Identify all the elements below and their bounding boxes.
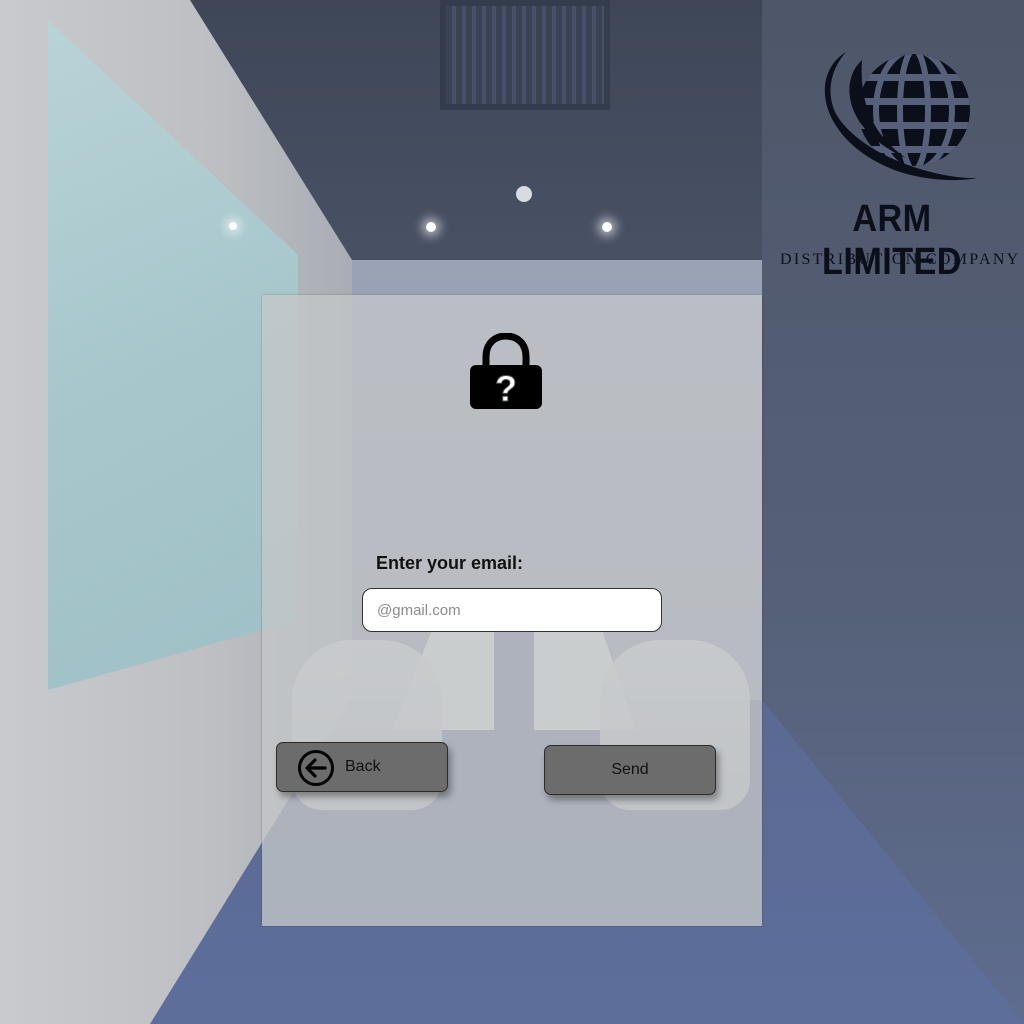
ceiling-light [602,222,612,232]
company-logo: ARM LIMITED DISTRIBUTION COMPANY [780,48,1021,283]
password-reset-card: ? Enter your email: Back Send [262,295,762,926]
ceiling-light [229,222,237,230]
company-tagline: DISTRIBUTION COMPANY [780,251,1021,268]
ceiling-vent [440,0,610,110]
ceiling-light [426,222,436,232]
login-screen: ARM LIMITED DISTRIBUTION COMPANY ? Enter… [0,0,1024,1024]
back-button[interactable]: Back [276,742,448,792]
back-button-label: Back [345,758,381,775]
lock-question-icon: ? [470,333,542,410]
company-name: ARM LIMITED [822,198,962,283]
svg-text:?: ? [495,368,517,409]
arrow-left-circle-icon [298,750,334,786]
smoke-detector [516,186,532,202]
email-input[interactable] [362,588,662,632]
send-button[interactable]: Send [544,745,716,795]
globe-swoosh-icon [824,52,978,181]
send-button-label: Send [611,761,649,778]
email-label: Enter your email: [376,553,524,573]
